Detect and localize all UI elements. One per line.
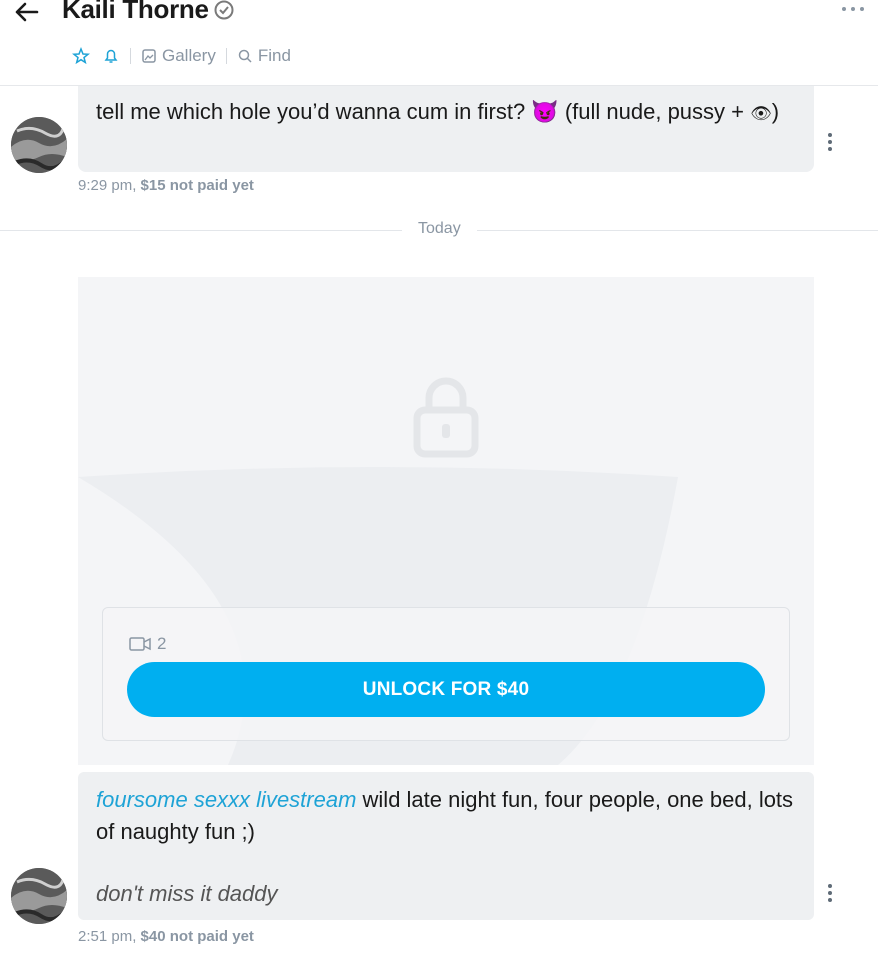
bell-icon (104, 49, 118, 63)
avatar[interactable] (11, 868, 67, 924)
caption-footer-text: don't miss it daddy (96, 881, 278, 906)
message-menu-button[interactable] (818, 878, 842, 908)
video-count: 2 (129, 634, 166, 654)
notifications-button[interactable] (96, 42, 126, 70)
message-text-cont: (full nude, pussy + (558, 99, 751, 124)
message-bubble: tell me which hole you’d wanna cum in fi… (78, 86, 814, 172)
find-button[interactable]: Find (231, 42, 297, 70)
price-status: $40 not paid yet (140, 928, 254, 945)
video-icon (129, 637, 151, 651)
devil-emoji: 😈 (531, 99, 559, 124)
message-meta: 9:29 pm, $15 not paid yet (78, 177, 254, 194)
toolbar-divider (130, 48, 131, 64)
caption-link[interactable]: foursome sexxx livestream (96, 787, 356, 812)
more-vertical-icon (828, 884, 832, 902)
verified-icon (213, 0, 235, 21)
image-icon (142, 49, 156, 63)
avatar[interactable] (11, 117, 67, 173)
unlock-panel: 2 UNLOCK FOR $40 (102, 607, 790, 741)
message-time: 2:51 pm, (78, 928, 137, 945)
avatar-image (11, 868, 67, 924)
more-options-button[interactable] (838, 0, 868, 24)
avatar-image (11, 117, 67, 173)
message-time: 9:29 pm, (78, 177, 137, 194)
toolbar-divider (225, 48, 227, 64)
find-label: Find (257, 46, 291, 65)
locked-media-card: 2 UNLOCK FOR $40 (78, 277, 814, 765)
caption-bubble: foursome sexxx livestream wild late nigh… (78, 772, 814, 920)
message-menu-button[interactable] (818, 127, 842, 157)
gallery-label: Gallery (162, 46, 216, 65)
price-status: $15 not paid yet (140, 177, 254, 194)
unlock-button[interactable]: UNLOCK FOR $40 (127, 662, 765, 717)
star-icon (72, 47, 90, 65)
user-name: Kaili Thorne (62, 0, 209, 24)
more-horizontal-icon (842, 7, 864, 11)
message-meta: 2:51 pm, $40 not paid yet (78, 928, 254, 945)
back-button[interactable] (8, 0, 44, 30)
chat-toolbar: Gallery Find (66, 42, 297, 70)
favorite-button[interactable] (66, 42, 96, 70)
video-count-value: 2 (157, 634, 167, 653)
message-text-end: ) (771, 99, 780, 124)
message-text: tell me which hole you’d wanna cum in fi… (96, 99, 532, 124)
arrow-left-icon (15, 2, 39, 22)
more-vertical-icon (828, 133, 832, 151)
search-icon (238, 49, 252, 63)
chat-header: Kaili Thorne Gallery Find (0, 0, 878, 86)
chat-title[interactable]: Kaili Thorne (62, 0, 235, 25)
lock-icon (411, 372, 481, 467)
eye-emoji: 👁 (750, 104, 772, 123)
gallery-button[interactable]: Gallery (135, 42, 222, 70)
date-divider-label: Today (402, 220, 477, 238)
